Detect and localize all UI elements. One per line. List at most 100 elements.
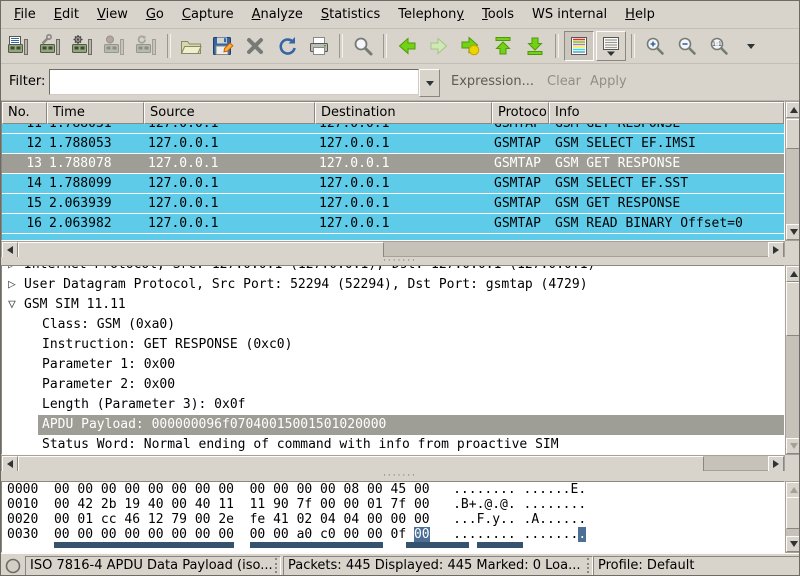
detail-line-apdu-payload-selected[interactable]: APDU Payload: 000000096f0704001500150102… <box>38 415 784 435</box>
detail-line-length[interactable]: Length (Parameter 3): 0x0f <box>2 395 784 415</box>
expert-info-button[interactable] <box>4 557 22 575</box>
expander-icon[interactable]: ▷ <box>8 275 24 295</box>
profile-box[interactable]: Profile: Default <box>593 556 800 576</box>
go-back-button[interactable] <box>392 31 422 61</box>
close-file-button[interactable] <box>240 31 270 61</box>
scrollbar-thumb[interactable] <box>786 119 800 149</box>
scroll-left-button[interactable] <box>2 242 18 258</box>
packet-row[interactable]: 16 2.063982 127.0.0.1 127.0.0.1 GSMTAP G… <box>2 214 784 234</box>
detail-line-status-word[interactable]: Status Word: Normal ending of command wi… <box>2 435 784 455</box>
scrollbar-thumb[interactable] <box>786 282 800 336</box>
column-header-destination[interactable]: Destination <box>315 102 492 124</box>
apply-filter-button[interactable]: Apply <box>590 74 627 89</box>
menu-help[interactable]: Help <box>616 4 664 25</box>
hex-row-clipped-selection[interactable] <box>2 542 784 551</box>
go-forward-button[interactable] <box>424 31 454 61</box>
scroll-right-button[interactable] <box>768 242 784 258</box>
menu-tools[interactable]: Tools <box>473 4 523 25</box>
menu-capture[interactable]: Capture <box>173 4 243 25</box>
packet-row[interactable]: 15 2.063939 127.0.0.1 127.0.0.1 GSMTAP G… <box>2 194 784 214</box>
details-hscrollbar[interactable] <box>1 455 785 471</box>
go-to-packet-button[interactable] <box>456 31 486 61</box>
toolbar-overflow-button[interactable] <box>736 31 766 61</box>
print-button[interactable] <box>304 31 334 61</box>
colorize-button[interactable] <box>564 31 594 61</box>
reload-button[interactable] <box>272 31 302 61</box>
menu-ws-internal[interactable]: WS internal <box>523 4 616 25</box>
packet-row-selected[interactable]: 13 1.788078 127.0.0.1 127.0.0.1 GSMTAP G… <box>2 154 784 174</box>
scroll-right-button[interactable] <box>768 456 784 472</box>
menu-file[interactable]: File <box>5 4 45 25</box>
packet-row[interactable]: 12 1.788053 127.0.0.1 127.0.0.1 GSMTAP G… <box>2 134 784 154</box>
pane-splitter[interactable]: ······· <box>1 257 799 265</box>
hex-row[interactable]: 003000 00 00 00 00 00 00 0000 00 a0 c0 0… <box>2 527 784 542</box>
scroll-up-button[interactable] <box>786 102 800 118</box>
column-header-protocol[interactable]: Protocol <box>492 102 549 124</box>
go-to-top-button[interactable] <box>488 31 518 61</box>
save-floppy-icon <box>211 34 235 58</box>
scrollbar-thumb[interactable] <box>18 242 384 258</box>
scrollbar-thumb[interactable] <box>18 456 704 472</box>
expression-button[interactable]: Expression... <box>451 74 534 89</box>
menu-edit[interactable]: Edit <box>45 4 88 25</box>
scrollbar-thumb[interactable] <box>786 497 800 529</box>
filter-history-dropdown[interactable] <box>419 69 440 97</box>
filter-input[interactable] <box>49 69 419 95</box>
auto-scroll-button[interactable] <box>596 31 626 61</box>
start-capture-button[interactable] <box>68 31 98 61</box>
clear-filter-button[interactable]: Clear <box>547 74 581 89</box>
hex-row[interactable]: 001000 42 2b 19 40 00 40 1111 90 7f 00 0… <box>2 497 784 512</box>
scroll-left-button[interactable] <box>2 456 18 472</box>
left-arrow-icon <box>7 246 13 254</box>
menu-analyze[interactable]: Analyze <box>243 4 312 25</box>
restart-capture-button[interactable] <box>132 31 162 61</box>
detail-line-class[interactable]: Class: GSM (0xa0) <box>2 315 784 335</box>
scroll-down-button[interactable] <box>786 224 800 240</box>
menu-go[interactable]: Go <box>137 4 173 25</box>
list-interfaces-button[interactable] <box>4 31 34 61</box>
menu-statistics[interactable]: Statistics <box>312 4 389 25</box>
details-vscrollbar[interactable] <box>785 265 800 455</box>
detail-line-gsm-sim[interactable]: ▽GSM SIM 11.11 <box>2 295 784 315</box>
open-file-button[interactable] <box>176 31 206 61</box>
menu-telephony[interactable]: Telephony <box>389 4 473 25</box>
pane-splitter[interactable]: ······· <box>1 471 799 481</box>
go-to-bottom-button[interactable] <box>520 31 550 61</box>
expander-icon[interactable]: ▽ <box>8 295 24 315</box>
expert-info-icon <box>7 560 20 573</box>
detail-line-clipped[interactable]: ▷Internet Protocol, Src: 127.0.0.1 (127.… <box>2 266 784 275</box>
scroll-up-button[interactable] <box>786 482 800 498</box>
zoom-in-button[interactable] <box>640 31 670 61</box>
expander-icon[interactable]: ▷ <box>8 266 24 275</box>
scroll-down-button[interactable] <box>786 438 800 454</box>
packet-list-hscrollbar[interactable] <box>1 241 785 257</box>
detail-line-instruction[interactable]: Instruction: GET RESPONSE (0xc0) <box>2 335 784 355</box>
packet-list-vscrollbar[interactable] <box>785 101 800 241</box>
scroll-up-button[interactable] <box>786 266 800 282</box>
zoom-out-button[interactable] <box>672 31 702 61</box>
auto-scroll-icon <box>599 34 623 58</box>
detail-line-parameter1[interactable]: Parameter 1: 0x00 <box>2 355 784 375</box>
column-header-no[interactable]: No. <box>2 102 47 124</box>
zoom-original-button[interactable]: 1:1 <box>704 31 734 61</box>
filter-label[interactable]: Filter: <box>9 74 45 89</box>
stop-capture-button[interactable] <box>100 31 130 61</box>
selected-ascii-char[interactable]: . <box>578 527 586 542</box>
packet-row-clipped[interactable]: 11 1.788031 127.0.0.1 127.0.0.1 GSMTAP G… <box>2 124 784 134</box>
scroll-down-button[interactable] <box>786 536 800 552</box>
capture-options-button[interactable] <box>36 31 66 61</box>
statusbar-grip[interactable] <box>275 558 281 573</box>
detail-line-udp[interactable]: ▷User Datagram Protocol, Src Port: 52294… <box>2 275 784 295</box>
menu-view[interactable]: View <box>88 4 137 25</box>
column-header-time[interactable]: Time <box>47 102 144 124</box>
column-header-source[interactable]: Source <box>144 102 315 124</box>
selected-hex-byte[interactable]: 00 <box>414 527 430 542</box>
save-file-button[interactable] <box>208 31 238 61</box>
hex-row[interactable]: 002000 01 cc 46 12 79 00 2efe 41 02 04 0… <box>2 512 784 527</box>
column-header-info[interactable]: Info <box>549 102 784 124</box>
detail-line-parameter2[interactable]: Parameter 2: 0x00 <box>2 375 784 395</box>
hex-row[interactable]: 000000 00 00 00 00 00 00 0000 00 00 00 0… <box>2 482 784 497</box>
find-packet-button[interactable] <box>348 31 378 61</box>
packet-row[interactable]: 14 1.788099 127.0.0.1 127.0.0.1 GSMTAP G… <box>2 174 784 194</box>
hex-vscrollbar[interactable] <box>785 481 800 553</box>
